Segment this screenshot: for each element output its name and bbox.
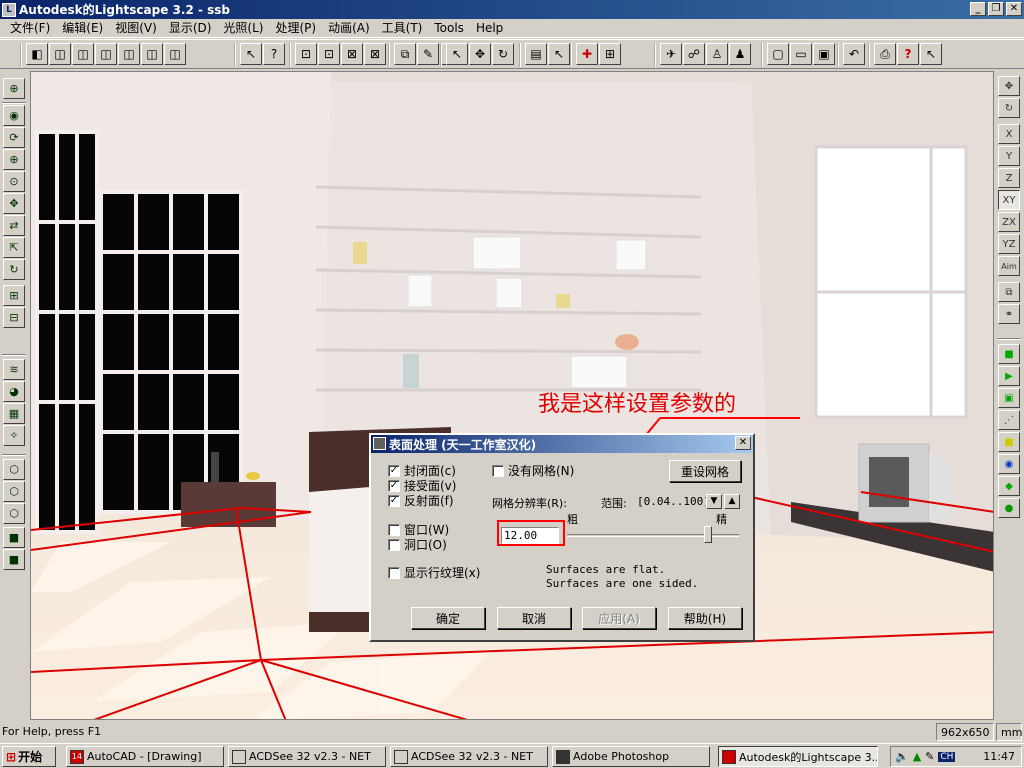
task-label: Autodesk的Lightscape 3.... (739, 750, 878, 764)
spin-up-button[interactable]: ▲ (724, 494, 740, 509)
mesh-resolution-slider-track[interactable] (567, 534, 739, 537)
status-bar: For Help, press F1 962x650 mm (0, 721, 1024, 743)
clock: 11:47 (983, 750, 1015, 763)
closed-face-checkbox-box[interactable]: ✓ (388, 464, 400, 477)
reflect-face-label: 反射面(f) (404, 494, 454, 508)
reflect-face-checkbox[interactable]: ✓ 反射面(f) (388, 492, 454, 509)
apply-button[interactable]: 应用(A) (582, 607, 656, 629)
lightscape-icon (722, 749, 736, 764)
task-acdsee-2[interactable]: ACDSee 32 v2.3 - NET (390, 746, 548, 767)
coarse-label: 粗 (567, 513, 578, 526)
receive-face-checkbox-box[interactable]: ✓ (388, 479, 400, 492)
hole-checkbox[interactable]: 洞口(O) (388, 536, 447, 553)
task-label: AutoCAD - [Drawing] (87, 750, 202, 763)
autocad-icon: 14 (70, 749, 84, 764)
photoshop-icon (556, 749, 570, 764)
no-mesh-checkbox[interactable]: 没有网格(N) (492, 462, 574, 479)
input-icon[interactable]: ✎ (925, 750, 934, 763)
task-lightscape[interactable]: Autodesk的Lightscape 3.... (718, 746, 878, 767)
hole-checkbox-box[interactable] (388, 538, 400, 551)
cancel-button[interactable]: 取消 (497, 607, 571, 629)
reflect-face-checkbox-box[interactable]: ✓ (388, 494, 400, 507)
windows-logo-icon: ⊞ (6, 749, 17, 764)
show-texture-checkbox[interactable]: 显示行纹理(x) (388, 564, 480, 581)
dialog-title-bar: 表面处理 (天一工作室汉化) ✕ (371, 435, 753, 453)
show-texture-label: 显示行纹理(x) (404, 566, 481, 580)
annotation-highlight-box (497, 520, 565, 546)
task-acdsee-1[interactable]: ACDSee 32 v2.3 - NET (228, 746, 386, 767)
taskbar: ⊞ 开始 14 AutoCAD - [Drawing] ACDSee 32 v2… (0, 743, 1024, 768)
annotation-overlay (564, 417, 800, 534)
task-photoshop[interactable]: Adobe Photoshop (552, 746, 710, 767)
mesh-resolution-label: 网格分辨率(R): (492, 497, 567, 510)
task-label: ACDSee 32 v2.3 - NET (249, 750, 371, 763)
no-mesh-checkbox-box[interactable] (492, 464, 504, 477)
start-label: 开始 (18, 750, 43, 764)
range-value: [0.04..100] (637, 495, 710, 508)
dialog-close-button[interactable]: ✕ (735, 436, 751, 450)
range-label: 范围: (601, 497, 627, 510)
mesh-resolution-slider-thumb[interactable] (704, 526, 713, 543)
info-sided-text: Surfaces are one sided. (546, 577, 699, 590)
window-checkbox-box[interactable] (388, 523, 400, 536)
spin-down-button[interactable]: ▼ (706, 494, 722, 509)
annotation-text: 我是这样设置参数的 (538, 392, 737, 417)
status-size: 962x650 (936, 723, 994, 741)
task-label: Adobe Photoshop (573, 750, 670, 763)
network-icon[interactable]: ▲ (913, 750, 921, 763)
reset-mesh-button[interactable]: 重设网格 (669, 460, 741, 482)
task-label: ACDSee 32 v2.3 - NET (411, 750, 533, 763)
help-button[interactable]: 帮助(H) (668, 607, 742, 629)
volume-icon[interactable]: 🔈 (895, 750, 909, 763)
status-unit: mm (996, 723, 1022, 741)
system-tray: 🔈 ▲ ✎ CH 11:47 (890, 746, 1022, 767)
no-mesh-label: 没有网格(N) (508, 464, 575, 478)
acdsee-icon (394, 749, 408, 764)
start-button[interactable]: ⊞ 开始 (2, 746, 56, 767)
language-indicator[interactable]: CH (938, 751, 956, 762)
dialog-title: 表面处理 (天一工作室汉化) (389, 437, 537, 452)
task-autocad[interactable]: 14 AutoCAD - [Drawing] (66, 746, 224, 767)
acdsee-icon (232, 749, 246, 764)
hole-label: 洞口(O) (404, 538, 447, 552)
show-texture-checkbox-box[interactable] (388, 566, 400, 579)
fine-label: 精 (716, 513, 727, 526)
info-flat-text: Surfaces are flat. (546, 563, 666, 576)
ok-button[interactable]: 确定 (411, 607, 485, 629)
dialog-app-icon (373, 437, 386, 450)
status-help-text: For Help, press F1 (2, 725, 102, 738)
